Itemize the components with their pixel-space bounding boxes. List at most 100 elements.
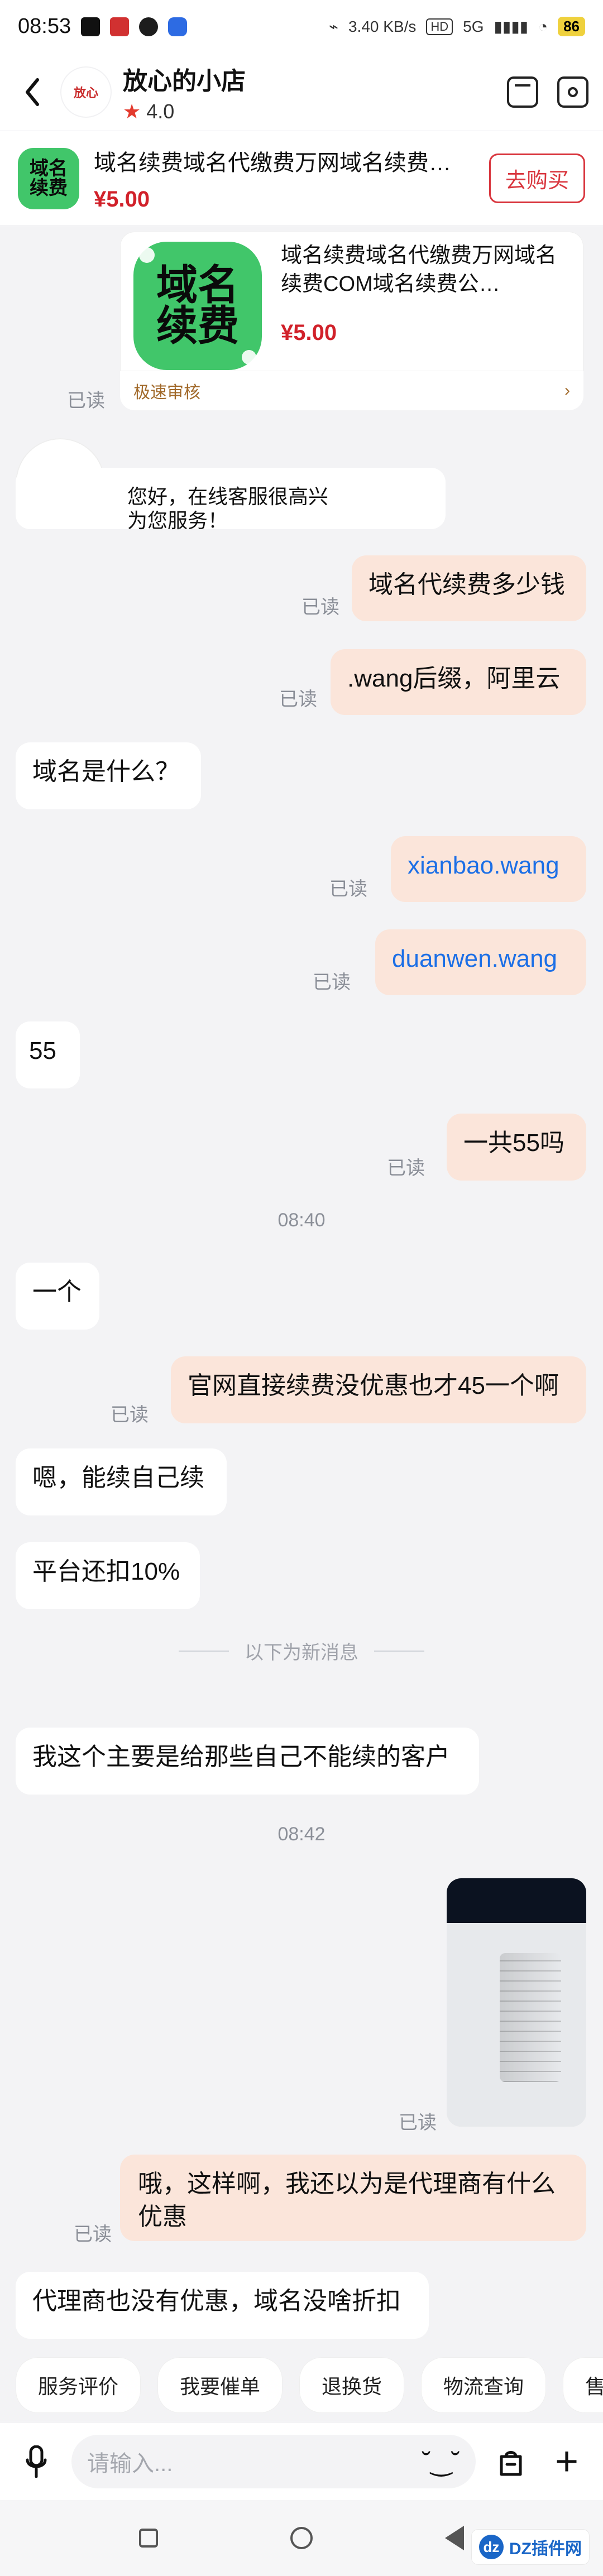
product-bar-text: 域名续费域名代缴费万网域名续费… ¥5.00 xyxy=(94,145,475,212)
wifi-icon: ◔ xyxy=(538,17,548,35)
quick-action-chip[interactable]: 退换货 xyxy=(299,2357,405,2413)
product-card-footer-left: 极速审核 xyxy=(133,383,200,402)
triangle-back-icon xyxy=(445,2526,464,2550)
quick-action-chip[interactable]: 售后 xyxy=(563,2357,603,2413)
message-bubble: 平台还扣10% xyxy=(16,1542,200,1609)
watermark: dz DZ插件网 xyxy=(471,2529,590,2565)
shop-rating: ★ 4.0 xyxy=(123,100,246,123)
chevron-left-icon xyxy=(26,78,39,106)
recent-apps-button[interactable] xyxy=(131,2520,166,2556)
product-bar: 域名 续费 域名续费域名代缴费万网域名续费… ¥5.00 去购买 xyxy=(0,131,603,226)
read-label: 已读 xyxy=(329,879,367,900)
quick-action-chip[interactable]: 物流查询 xyxy=(421,2357,547,2413)
shop-logo[interactable]: 放心 xyxy=(60,66,112,118)
message-text: 55 xyxy=(29,1037,56,1064)
shop-name: 放心的小店 xyxy=(123,67,246,95)
header-actions xyxy=(507,76,588,108)
mic-button[interactable] xyxy=(16,2441,57,2482)
message-text: duanwen.wang xyxy=(392,945,558,972)
message-bubble: 域名是什么？ xyxy=(16,742,201,809)
smile-icon[interactable]: ˘‿˘ xyxy=(422,2447,460,2477)
product-thumb-top: 域名 xyxy=(30,157,68,179)
message-bubble: 嗯，能续自己续 xyxy=(16,1448,227,1515)
bluetooth-icon: ⌁ xyxy=(329,18,338,35)
image-message[interactable] xyxy=(447,1878,586,2127)
message-text: 我这个主要是给那些自己不能续的客户 xyxy=(32,1743,450,1771)
plus-button[interactable]: + xyxy=(546,2441,587,2482)
store-button[interactable] xyxy=(507,76,538,108)
timestamp: 08:40 xyxy=(277,1210,326,1231)
product-card-thumb-bottom: 续费 xyxy=(156,303,239,349)
message-bubble: 哦，这样啊，我还以为是代理商有什么优惠 xyxy=(120,2155,586,2241)
message-text: .wang后缀，阿里云 xyxy=(347,665,561,692)
message-bubble: 一个 xyxy=(16,1263,99,1330)
message-text: xianbao.wang xyxy=(408,852,559,879)
product-card-info: 域名续费域名代缴费万网域名续费COM域名续费公… ¥5.00 xyxy=(281,242,570,370)
product-thumb-bottom: 续费 xyxy=(30,177,68,199)
watermark-text: DZ插件网 xyxy=(509,2540,582,2558)
watermark-logo: dz xyxy=(479,2535,504,2559)
hd-icon: HD xyxy=(426,18,453,35)
message-text: 您好，在线客服很高兴为您服务！ xyxy=(127,485,329,533)
read-label: 已读 xyxy=(74,2224,112,2245)
bag-icon xyxy=(500,2450,522,2476)
message-text: 代理商也没有优惠，域名没啥折扣 xyxy=(32,2287,401,2315)
message-bubble: .wang后缀，阿里云 xyxy=(331,649,586,715)
message-bubble: 55 xyxy=(16,1021,80,1088)
status-time: 08:53 xyxy=(18,15,71,38)
message-bubble: 官网直接续费没优惠也才45一个啊 xyxy=(171,1356,586,1423)
home-button[interactable] xyxy=(284,2520,319,2556)
message-bubble: 我这个主要是给那些自己不能续的客户 xyxy=(16,1728,479,1795)
tiktok-icon xyxy=(81,17,100,36)
timestamp: 08:42 xyxy=(277,1824,326,1845)
message-text: 嗯，能续自己续 xyxy=(32,1464,204,1491)
buy-button[interactable]: 去购买 xyxy=(489,153,585,203)
message-bubble: 代理商也没有优惠，域名没啥折扣 xyxy=(16,2272,429,2339)
recycle-icon xyxy=(139,17,159,36)
back-button[interactable] xyxy=(15,75,49,109)
message-bubble: 您好，在线客服很高兴为您服务！ xyxy=(16,468,446,533)
quick-actions-bar: 服务评价 我要催单 退换货 物流查询 售后 xyxy=(0,2348,603,2422)
network-label: 5G xyxy=(463,17,484,35)
chevron-right-icon: › xyxy=(564,381,570,400)
composer: 请输入... ˘‿˘ + xyxy=(0,2422,603,2500)
divider-text: 以下为新消息 xyxy=(245,1642,358,1663)
read-label: 已读 xyxy=(279,689,317,710)
message-text: 官网直接续费没优惠也才45一个啊 xyxy=(188,1372,559,1399)
message-text: 一共55吗 xyxy=(463,1129,564,1157)
battery-level: 86 xyxy=(558,17,585,36)
read-label: 已读 xyxy=(302,597,339,618)
chat-area[interactable]: 域名 续费 域名续费域名代缴费万网域名续费COM域名续费公… ¥5.00 极速审… xyxy=(0,226,603,2348)
quick-action-chip[interactable]: 服务评价 xyxy=(16,2357,141,2413)
product-card-thumbnail: 域名 续费 xyxy=(133,242,262,370)
system-back-button[interactable] xyxy=(437,2520,472,2556)
message-placeholder: 请输入... xyxy=(87,2451,173,2476)
status-bar: 08:53 ⌁ 3.40 KB/s HD 5G ▮▮▮▮ ◔ 86 xyxy=(0,0,603,53)
red-app-icon xyxy=(110,17,130,36)
quick-action-chip[interactable]: 我要催单 xyxy=(157,2357,283,2413)
bag-button[interactable] xyxy=(490,2441,532,2482)
plus-icon: + xyxy=(554,2439,579,2484)
product-bar-title: 域名续费域名代缴费万网域名续费… xyxy=(94,151,451,175)
read-label: 已读 xyxy=(399,2112,437,2133)
image-preview xyxy=(447,1878,586,2127)
mic-icon xyxy=(26,2445,47,2478)
signal-icon: ▮▮▮▮ xyxy=(494,18,529,35)
settings-button[interactable] xyxy=(557,76,588,108)
message-input[interactable]: 请输入... ˘‿˘ xyxy=(71,2434,476,2488)
square-icon xyxy=(139,2529,158,2548)
product-card-price: ¥5.00 xyxy=(281,320,337,345)
message-text: 哦，这样啊，我还以为是代理商有什么优惠 xyxy=(138,2170,556,2230)
network-speed: 3.40 KB/s xyxy=(348,17,417,35)
star-icon: ★ xyxy=(123,99,141,123)
message-text: 域名是什么？ xyxy=(32,758,180,785)
message-bubble: duanwen.wang xyxy=(375,929,586,995)
read-label: 已读 xyxy=(387,1158,425,1179)
product-card[interactable]: 域名 续费 域名续费域名代缴费万网域名续费COM域名续费公… ¥5.00 极速审… xyxy=(120,232,583,410)
rating-value: 4.0 xyxy=(146,99,175,123)
shop-meta: 放心的小店 ★ 4.0 xyxy=(123,61,246,123)
read-label: 已读 xyxy=(67,390,105,411)
product-card-footer[interactable]: 极速审核 › xyxy=(120,371,583,410)
new-messages-divider: 以下为新消息 xyxy=(0,1637,603,1664)
message-text: 平台还扣10% xyxy=(32,1558,180,1585)
